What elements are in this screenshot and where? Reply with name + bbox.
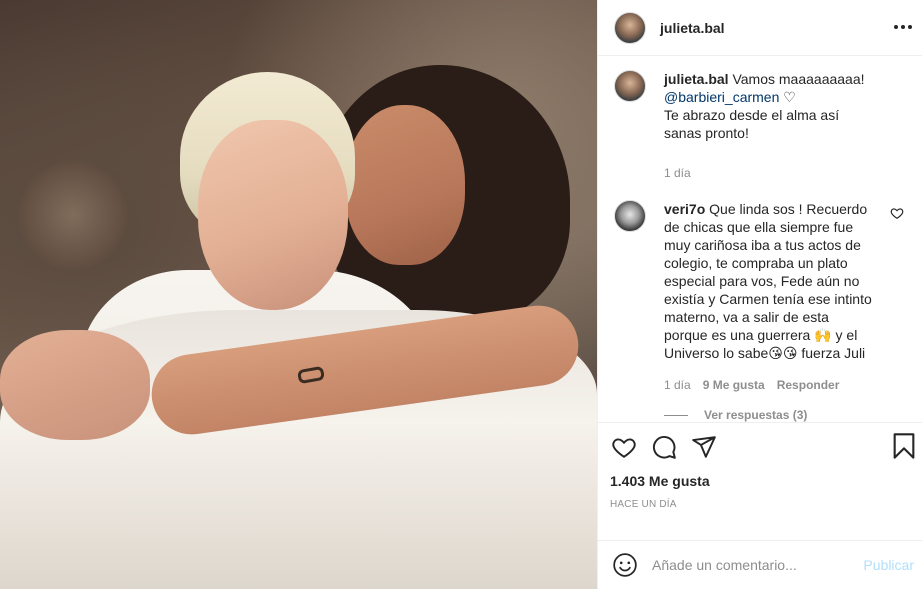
avatar[interactable] [614,200,646,232]
comment-username[interactable]: veri7o [664,201,705,217]
reply-button[interactable]: Responder [777,376,840,394]
caption-text-before: Vamos maaaaaaaaa! [732,71,865,87]
avatar[interactable] [614,11,646,44]
action-icons [610,429,912,465]
caption-time[interactable]: 1 día [664,164,691,182]
view-replies-label: Ver respuestas (3) [704,408,808,422]
post-actions: 1.403 Me gusta HACE UN DÍA [598,422,922,540]
more-options-icon[interactable] [894,18,912,36]
comments-list: julieta.bal Vamos maaaaaaaaa! @barbieri_… [598,56,922,422]
post-timestamp[interactable]: HACE UN DÍA [610,499,912,510]
caption-text-after: Te abrazo desde el alma así sanas pronto… [664,107,840,141]
publish-button[interactable]: Publicar [863,557,914,573]
bookmark-icon[interactable] [890,432,918,460]
share-icon[interactable] [690,433,718,461]
photo-person-left-face [198,120,348,310]
comment-meta: 1 día 9 Me gusta Responder [664,376,874,394]
comment-heart-icon[interactable] [890,206,904,220]
heart-icon[interactable] [610,433,638,461]
post-sidebar: julieta.bal julieta.bal Vamos maaaaaaaaa… [597,0,922,589]
comment-text: Que linda sos ! Recuerdo de chicas que e… [664,201,872,361]
caption: julieta.bal Vamos maaaaaaaaa! @barbieri_… [614,70,906,182]
photo-lamp [18,160,128,270]
post-username[interactable]: julieta.bal [660,20,725,36]
replies-divider [664,414,688,416]
post-photo[interactable] [0,0,597,589]
comment-input[interactable] [652,557,852,573]
comment-icon[interactable] [650,433,678,461]
comment-likes[interactable]: 9 Me gusta [703,376,765,394]
instagram-post: julieta.bal julieta.bal Vamos maaaaaaaaa… [0,0,922,589]
caption-mention[interactable]: @barbieri_carmen [664,89,779,105]
comment-time[interactable]: 1 día [664,376,691,394]
likes-count[interactable]: 1.403 Me gusta [610,473,912,489]
caption-body: julieta.bal Vamos maaaaaaaaa! @barbieri_… [664,70,874,182]
photo-hand [0,330,150,440]
caption-username[interactable]: julieta.bal [664,71,729,87]
caption-meta: 1 día [664,164,874,182]
view-replies-button[interactable]: Ver respuestas (3) [664,408,906,422]
post-header: julieta.bal [598,0,922,56]
photo-person-right-face [345,105,465,265]
list-item: veri7o Que linda sos ! Recuerdo de chica… [614,200,906,394]
comment-body: veri7o Que linda sos ! Recuerdo de chica… [664,200,874,394]
add-comment-bar: Publicar [598,540,922,589]
emoji-icon[interactable] [612,552,638,578]
avatar[interactable] [614,70,646,102]
caption-mention-suffix: ♡ [779,89,796,105]
